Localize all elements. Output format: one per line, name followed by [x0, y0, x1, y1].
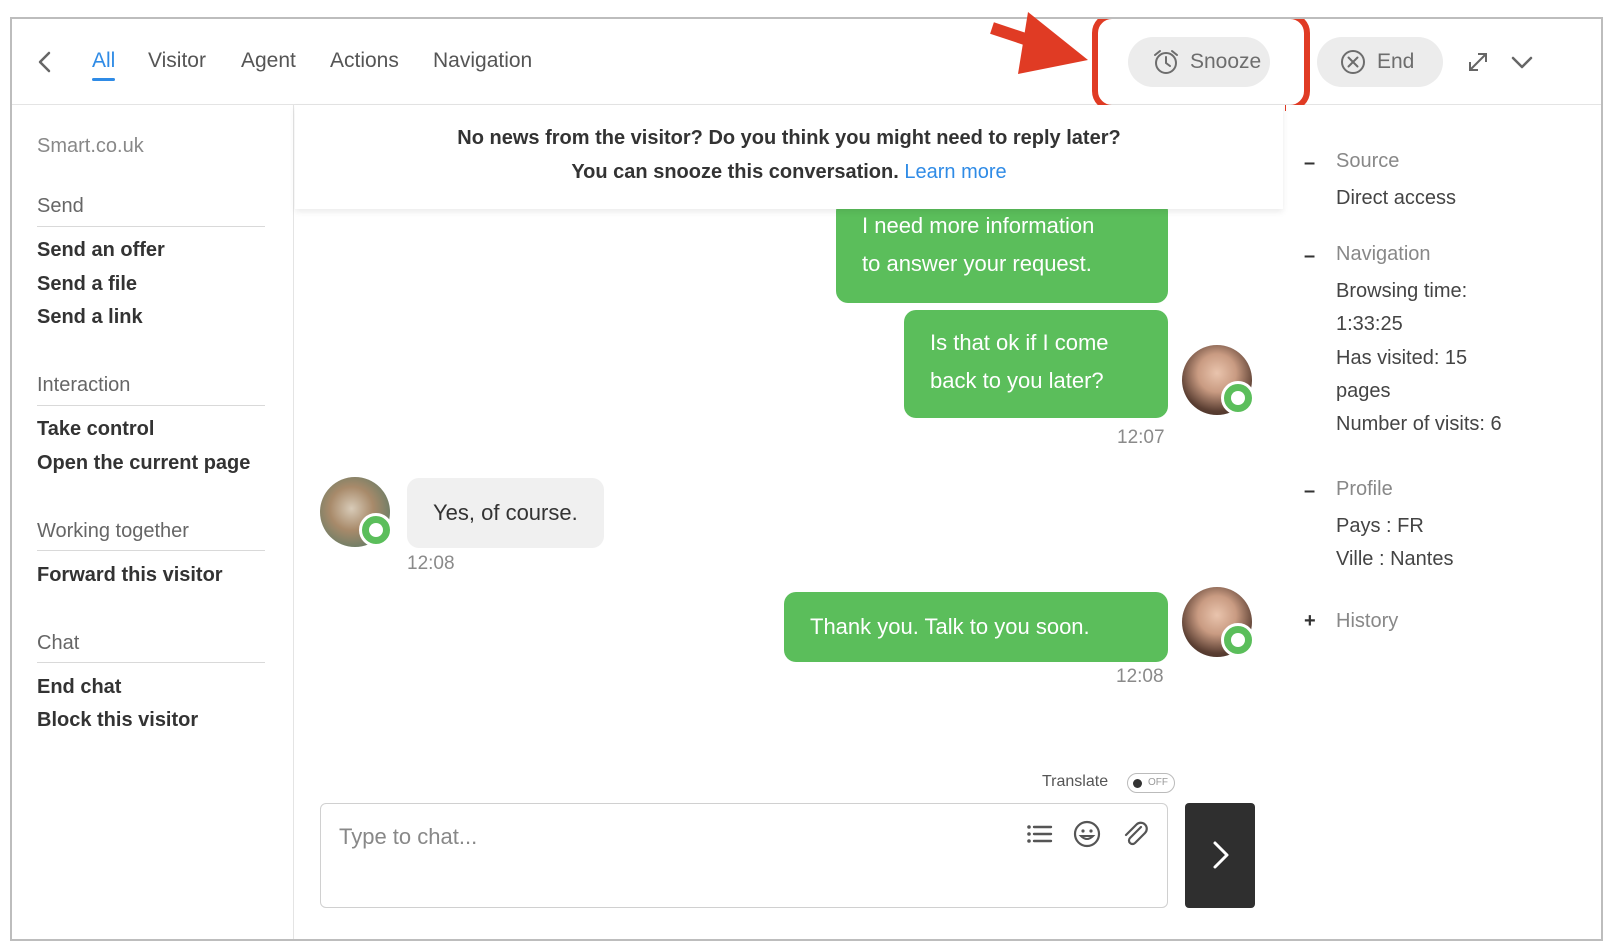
tab-navigation[interactable]: Navigation	[433, 49, 532, 73]
message-time: 12:07	[1117, 427, 1165, 448]
profile-line: Pays : FR	[1336, 515, 1424, 537]
message-line: to answer your request.	[862, 251, 1092, 276]
source-value: Direct access	[1336, 187, 1457, 209]
translate-toggle[interactable]: OFF	[1127, 773, 1175, 793]
section-title-chat: Chat	[37, 632, 80, 654]
tab-all[interactable]: All	[92, 49, 116, 81]
navigation-line: Browsing time:	[1336, 280, 1468, 302]
end-chat-link[interactable]: End chat	[37, 676, 121, 699]
divider	[37, 662, 265, 663]
history-heading[interactable]: History	[1336, 610, 1398, 633]
snooze-notice: No news from the visitor? Do you think y…	[295, 105, 1283, 209]
profile-line: Ville : Nantes	[1336, 548, 1454, 570]
site-name: Smart.co.uk	[37, 135, 144, 157]
message-line: Thank you. Talk to you soon.	[810, 614, 1090, 639]
annotation-arrow	[990, 12, 1088, 74]
divider	[37, 226, 265, 227]
translate-label: Translate	[1042, 773, 1109, 790]
navigation-line: pages	[1336, 380, 1391, 402]
notice-text-snooze: You can snooze this conversation.	[571, 161, 899, 183]
message-line: Yes, of course.	[433, 500, 578, 525]
profile-heading[interactable]: Profile	[1336, 478, 1393, 501]
message-line: I need more information	[862, 213, 1095, 238]
divider	[37, 550, 265, 551]
send-link-link[interactable]: Send a link	[37, 306, 143, 329]
notice-text: No news from the visitor? Do you think y…	[457, 127, 1121, 149]
agent-message: Is that ok if I come back to you later?	[904, 310, 1168, 418]
paperclip-icon[interactable]	[1119, 818, 1151, 850]
send-button[interactable]	[1185, 803, 1255, 908]
chat-bubble-icon	[359, 513, 393, 547]
chat-input-box	[320, 803, 1168, 908]
navigation-heading[interactable]: Navigation	[1336, 243, 1431, 266]
open-current-page-link[interactable]: Open the current page	[37, 452, 250, 475]
send-offer-link[interactable]: Send an offer	[37, 239, 165, 262]
message-time: 12:08	[1116, 666, 1164, 687]
back-icon[interactable]	[34, 47, 60, 77]
forward-visitor-link[interactable]: Forward this visitor	[37, 564, 223, 587]
navigation-line: Number of visits: 6	[1336, 413, 1502, 435]
message-line: Is that ok if I come	[930, 330, 1109, 355]
tab-visitor[interactable]: Visitor	[148, 49, 206, 73]
visitor-message: Yes, of course.	[407, 478, 604, 548]
tab-actions[interactable]: Actions	[330, 49, 399, 73]
tab-agent[interactable]: Agent	[241, 49, 296, 73]
chat-bubble-icon	[1221, 623, 1255, 657]
snooze-highlight-box	[1092, 19, 1310, 111]
chevron-down-icon[interactable]	[1509, 51, 1535, 73]
agent-message: I need more information to answer your r…	[836, 199, 1168, 303]
learn-more-link[interactable]: Learn more	[904, 161, 1006, 183]
end-label: End	[1377, 50, 1415, 73]
take-control-link[interactable]: Take control	[37, 418, 154, 441]
chat-window: All Visitor Agent Actions Navigation Sno…	[10, 17, 1603, 941]
block-visitor-link[interactable]: Block this visitor	[37, 709, 198, 732]
send-file-link[interactable]: Send a file	[37, 273, 137, 296]
agent-message: Thank you. Talk to you soon.	[784, 592, 1168, 662]
source-heading[interactable]: Source	[1336, 150, 1399, 173]
divider	[37, 405, 265, 406]
expand-icon[interactable]	[1465, 49, 1491, 75]
navigation-line: Has visited: 15	[1336, 347, 1468, 369]
chat-bubble-icon	[1221, 381, 1255, 415]
top-bar: All Visitor Agent Actions Navigation Sno…	[12, 19, 1601, 111]
end-button[interactable]: End	[1317, 37, 1443, 87]
message-time: 12:08	[407, 553, 455, 574]
action-sidebar: Smart.co.uk Send Send an offer Send a fi…	[12, 105, 294, 939]
close-circle-icon	[1341, 50, 1365, 74]
section-title-working-together: Working together	[37, 520, 189, 542]
notice-text-2: You can snooze this conversation. Learn …	[295, 161, 1283, 184]
chat-panel: No news from the visitor? Do you think y…	[295, 105, 1285, 939]
section-title-interaction: Interaction	[37, 374, 131, 396]
navigation-line: 1:33:25	[1336, 313, 1403, 335]
list-icon[interactable]	[1023, 818, 1055, 850]
collapse-toggle[interactable]: –	[1304, 480, 1316, 503]
visitor-info-panel: – Source Direct access – Navigation Brow…	[1286, 105, 1601, 939]
message-line: back to you later?	[930, 368, 1104, 393]
collapse-toggle[interactable]: –	[1304, 152, 1316, 175]
emoji-icon[interactable]	[1071, 818, 1103, 850]
collapse-toggle[interactable]: –	[1304, 245, 1316, 268]
section-title-send: Send	[37, 195, 84, 217]
chevron-right-icon	[1213, 841, 1229, 869]
expand-toggle[interactable]: +	[1304, 610, 1316, 633]
